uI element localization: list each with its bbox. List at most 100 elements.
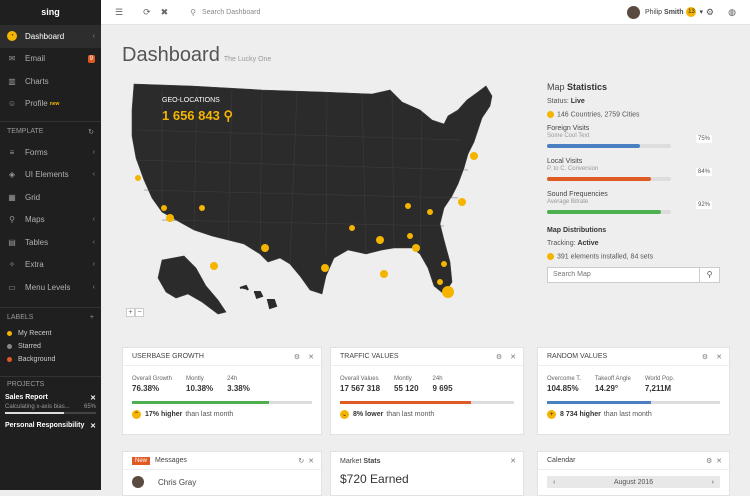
- value-number: 104.85%: [547, 384, 579, 393]
- status-label: Status:: [547, 98, 569, 105]
- gear-icon[interactable]: ⚙: [496, 354, 502, 361]
- location-marker[interactable]: [321, 264, 329, 272]
- sidebar-item-forms[interactable]: ≡ Forms ‹: [0, 141, 101, 164]
- close-icon[interactable]: ✕: [308, 354, 314, 361]
- menu-icon[interactable]: ☰: [115, 7, 123, 18]
- page-title: Dashboard The Lucky One: [122, 44, 271, 67]
- location-marker[interactable]: [442, 286, 454, 298]
- project-personal[interactable]: Personal Responsibility ✕: [0, 420, 101, 432]
- location-marker[interactable]: [405, 203, 411, 209]
- calendar-month-bar: ‹ August 2016 ›: [547, 476, 720, 488]
- location-marker[interactable]: [210, 262, 218, 270]
- sidebar-item-ui-elements[interactable]: ◈ UI Elements ‹: [0, 164, 101, 187]
- logo[interactable]: sing: [0, 0, 101, 25]
- label-my-recent[interactable]: My Recent: [0, 327, 101, 340]
- search-icon: ⚲: [190, 7, 197, 17]
- location-marker[interactable]: [349, 225, 355, 231]
- sidebar-item-label: Dashboard: [25, 31, 65, 41]
- sidebar-item-maps[interactable]: ⚲ Maps ‹: [0, 209, 101, 232]
- close-icon[interactable]: ✕: [716, 458, 722, 465]
- map-marker-icon: ⚲: [223, 108, 233, 123]
- close-icon[interactable]: ✖: [161, 7, 169, 18]
- search-button[interactable]: ⚲: [700, 266, 720, 283]
- sidebar-item-extra[interactable]: ✧ Extra ‹: [0, 254, 101, 277]
- search-map-input[interactable]: [547, 266, 700, 283]
- location-marker[interactable]: [166, 214, 174, 222]
- value-number: 14.29°: [594, 384, 619, 393]
- gear-icon[interactable]: ⚙: [706, 458, 712, 465]
- location-marker[interactable]: [441, 261, 447, 267]
- metric-percent: 75%: [695, 135, 712, 144]
- label-background[interactable]: Background: [0, 353, 101, 366]
- label-starred[interactable]: Starred: [0, 340, 101, 353]
- refresh-icon[interactable]: ⟳: [143, 7, 151, 18]
- location-marker[interactable]: [437, 279, 443, 285]
- sidebar-item-profile[interactable]: ☺ Profile new: [0, 93, 101, 116]
- gear-icon[interactable]: ⚙: [294, 354, 300, 361]
- location-marker[interactable]: [376, 236, 384, 244]
- user-last-name: Smith: [664, 8, 684, 16]
- location-marker[interactable]: [199, 205, 205, 211]
- sidebar-item-dashboard[interactable]: ◔ Dashboard ‹: [0, 25, 101, 48]
- metric-progress-fill: [547, 210, 662, 215]
- gear-icon[interactable]: ⚙: [706, 7, 714, 18]
- search-input[interactable]: Search Dashboard: [202, 9, 260, 16]
- location-marker[interactable]: [135, 175, 141, 181]
- metric-percent: 92%: [695, 201, 712, 210]
- location-marker[interactable]: [427, 209, 433, 215]
- location-marker[interactable]: [407, 233, 413, 239]
- footer-highlight: 17% higher: [145, 411, 183, 418]
- location-marker[interactable]: [261, 244, 269, 252]
- location-marker[interactable]: [470, 152, 478, 160]
- location-marker[interactable]: [458, 198, 466, 206]
- project-sales-report[interactable]: Sales Report ✕ Calculating x-axis bias...…: [0, 392, 101, 416]
- close-icon[interactable]: ✕: [90, 394, 96, 402]
- zoom-in-button[interactable]: +: [126, 308, 135, 317]
- hawaii-shape: [239, 284, 278, 310]
- message-item[interactable]: Chris Gray: [123, 470, 321, 494]
- calendar-card: Calendar ⚙ ✕ ‹ August 2016 ›: [537, 451, 730, 496]
- close-icon[interactable]: ✕: [90, 422, 96, 430]
- location-marker[interactable]: [380, 270, 388, 278]
- close-icon[interactable]: ✕: [510, 354, 516, 361]
- refresh-icon[interactable]: ↻: [298, 458, 304, 465]
- gear-icon[interactable]: ⚙: [702, 354, 708, 361]
- location-marker[interactable]: [412, 244, 420, 252]
- card-actions: ↻ ✕: [298, 457, 314, 465]
- close-icon[interactable]: ✕: [308, 458, 314, 465]
- sidebar-item-charts[interactable]: ▥ Charts: [0, 70, 101, 93]
- sidebar-item-grid[interactable]: ▦ Grid: [0, 186, 101, 209]
- user-menu[interactable]: Philip Smith 13 ▾: [626, 5, 703, 19]
- forms-icon: ≡: [9, 147, 15, 157]
- messages-header: New Messages ↻ ✕: [123, 452, 321, 470]
- sidebar-item-email[interactable]: ✉ Email 9: [0, 48, 101, 71]
- location-marker[interactable]: [161, 205, 167, 211]
- calendar-title: Calendar: [547, 457, 576, 464]
- zoom-out-button[interactable]: −: [135, 308, 144, 317]
- metric-name: Local Visits: [547, 158, 583, 166]
- template-section-title: TEMPLATE ↻: [0, 121, 101, 141]
- extra-icon: ✧: [8, 260, 16, 270]
- countries-text: 146 Countries, 2759 Cities: [557, 111, 640, 119]
- chevron-right-icon[interactable]: ›: [712, 479, 714, 486]
- messages-card: New Messages ↻ ✕ Chris Gray: [122, 451, 322, 496]
- refresh-icon[interactable]: ↻: [88, 128, 94, 136]
- sidebar-item-menu-levels[interactable]: ▭ Menu Levels ‹: [0, 276, 101, 299]
- globe-icon[interactable]: ◍: [728, 7, 736, 18]
- plus-icon: +: [547, 410, 556, 419]
- metric-sub: Average Bitrate: [547, 199, 589, 206]
- sidebar-item-tables[interactable]: ▤ Tables ‹: [0, 231, 101, 254]
- geo-locations: GEO-LOCATIONS 1 656 843 ⚲: [162, 97, 233, 124]
- stat-card-traffic-values: TRAFFIC VALUES ⚙ ✕ Overall Values 17 567 318…: [330, 347, 524, 435]
- search-bar[interactable]: ⚲ Search Dashboard: [190, 8, 260, 17]
- add-label-icon[interactable]: +: [90, 314, 94, 321]
- chevron-left-icon[interactable]: ‹: [553, 479, 555, 486]
- notification-badge: 13: [686, 7, 697, 17]
- close-icon[interactable]: ✕: [716, 354, 722, 361]
- market-title-light: Market: [340, 457, 362, 465]
- avatar: [626, 5, 640, 19]
- market-stats-card: Market Stats ✕ $720 Earned: [330, 451, 524, 496]
- chevron-left-icon: ‹: [92, 238, 95, 246]
- close-icon[interactable]: ✕: [510, 457, 516, 465]
- labels-title: LABELS: [7, 313, 34, 321]
